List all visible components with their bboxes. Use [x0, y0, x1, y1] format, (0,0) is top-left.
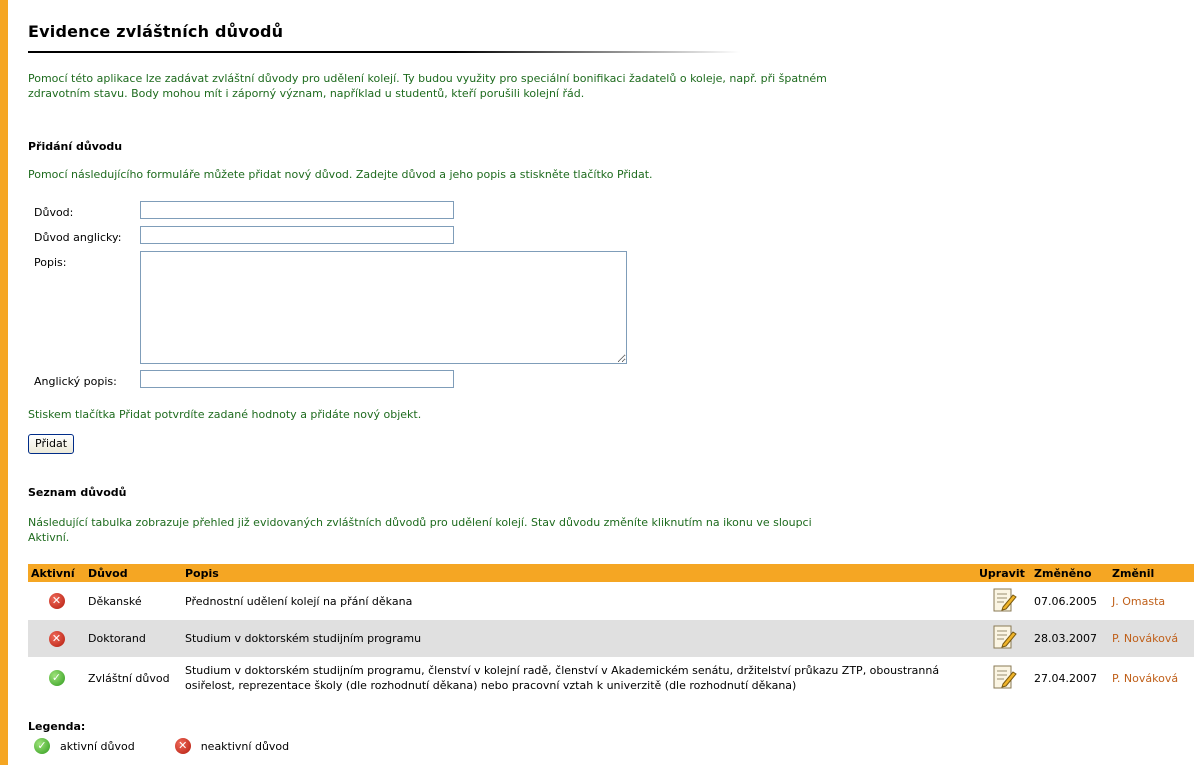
changed-by-cell: P. Nováková — [1109, 620, 1194, 657]
col-header-reason[interactable]: Důvod — [85, 564, 182, 582]
description-en-input[interactable] — [140, 370, 454, 388]
changed-by-cell: P. Nováková — [1109, 657, 1194, 699]
active-status-icon[interactable]: ✓ — [48, 670, 65, 686]
description-cell: Přednostní udělení kolejí na přání děkan… — [185, 594, 413, 608]
reason-input[interactable] — [140, 201, 454, 219]
description-cell: Studium v doktorském studijním programu — [182, 620, 976, 657]
edit-icon[interactable] — [991, 625, 1017, 653]
col-header-description[interactable]: Popis — [182, 564, 976, 582]
active-cell: ✕ — [28, 620, 85, 657]
intro-text: Pomocí této aplikace lze zadávat zvláštn… — [28, 72, 827, 100]
edit-icon[interactable] — [991, 665, 1017, 693]
legend-title: Legenda: — [28, 720, 86, 733]
reason-cell: Doktorand — [85, 620, 182, 657]
col-header-edit[interactable]: Upravit — [976, 564, 1031, 582]
title-underline — [28, 51, 740, 53]
col-header-active[interactable]: Aktivní — [28, 564, 85, 582]
description-label: Popis: — [34, 256, 67, 269]
changed-by-link[interactable]: P. Nováková — [1112, 672, 1178, 685]
list-section-heading: Seznam důvodů — [28, 486, 127, 499]
active-cell: ✕ — [28, 582, 85, 620]
left-accent-bar — [0, 0, 8, 765]
edit-cell — [976, 582, 1031, 620]
add-section-description: Pomocí následujícího formuláře můžete př… — [28, 168, 653, 181]
active-legend-icon: ✓ — [34, 738, 50, 754]
add-section-heading: Přidání důvodu — [28, 140, 123, 153]
reason-en-label: Důvod anglicky: — [34, 231, 122, 244]
changed-by-cell: J. Omasta — [1109, 582, 1194, 620]
table-header-row: Aktivní Důvod Popis Upravit Změněno Změn… — [28, 564, 1194, 582]
changed-by-link[interactable]: J. Omasta — [1112, 595, 1165, 608]
col-header-changed-by[interactable]: Změnil — [1109, 564, 1194, 582]
reason-en-input[interactable] — [140, 226, 454, 244]
page-title: Evidence zvláštních důvodů — [28, 22, 284, 41]
edit-cell — [976, 657, 1031, 699]
reason-label: Důvod: — [34, 206, 74, 219]
inactive-legend-label: neaktivní důvod — [200, 739, 290, 753]
edit-cell — [976, 620, 1031, 657]
changed-date-cell: 28.03.2007 — [1031, 620, 1109, 657]
table-row: ✕ Doktorand Studium v doktorském studijn… — [28, 620, 1194, 657]
list-section-description: Následující tabulka zobrazuje přehled ji… — [28, 516, 812, 544]
active-legend-label: aktivní důvod — [60, 739, 135, 753]
description-textarea[interactable] — [140, 251, 627, 364]
inactive-status-icon[interactable]: ✕ — [48, 593, 65, 609]
reasons-table: Aktivní Důvod Popis Upravit Změněno Změn… — [28, 564, 1194, 699]
edit-icon[interactable] — [991, 588, 1017, 616]
changed-date-cell: 07.06.2005 — [1034, 594, 1097, 608]
changed-date-cell: 27.04.2007 — [1034, 671, 1097, 685]
inactive-status-icon[interactable]: ✕ — [48, 630, 65, 647]
confirm-text: Stiskem tlačítka Přidat potvrdíte zadané… — [28, 408, 422, 421]
description-cell: Studium v doktorském studijním programu,… — [185, 664, 940, 692]
reason-cell: Zvláštní důvod — [88, 671, 170, 685]
add-button[interactable]: Přidat — [28, 434, 75, 454]
table-row: ✕ Děkanské Přednostní udělení kolejí na … — [28, 582, 1194, 620]
inactive-legend-icon: ✕ — [174, 738, 191, 754]
legend: ✓ aktivní důvod ✕ neaktivní důvod — [34, 738, 289, 754]
description-en-label: Anglický popis: — [34, 375, 117, 388]
reason-cell: Děkanské — [88, 594, 142, 608]
col-header-changed[interactable]: Změněno — [1031, 564, 1109, 582]
changed-by-link[interactable]: P. Nováková — [1112, 632, 1178, 645]
table-row: ✓ Zvláštní důvod Studium v doktorském st… — [28, 657, 1194, 699]
active-cell: ✓ — [28, 657, 85, 699]
